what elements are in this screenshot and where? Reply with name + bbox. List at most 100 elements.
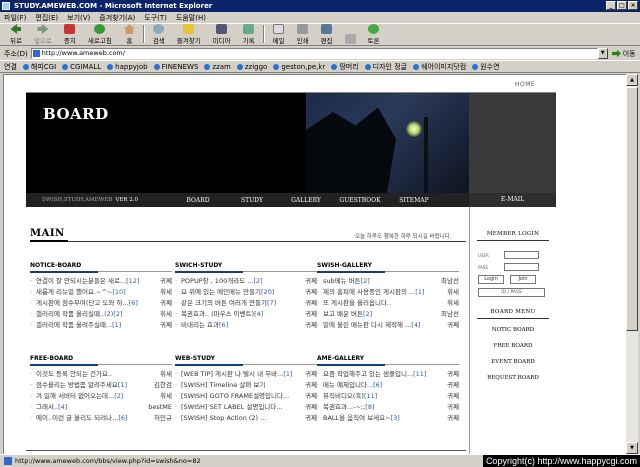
menu-event-board[interactable]: EVENT BOARD [470, 354, 556, 370]
post-title[interactable]: 비내리는 효과[6] [181, 320, 293, 331]
stop-button[interactable]: 중지 [58, 24, 82, 45]
back-button[interactable]: 뒤로 [4, 24, 28, 45]
post-title[interactable]: 복권효과.. (마우스 이벤트)[4] [181, 309, 293, 320]
list-item[interactable]: · [SWISH] GOTO FRAME설명입니다... 귀쩨 [175, 391, 317, 402]
menu-favorites[interactable]: 즐겨찾기(A) [99, 13, 135, 23]
post-title[interactable]: POPUP창 , 100개라도 ...[2] [181, 276, 293, 287]
list-item[interactable]: · 메뉴 예제입니다...[6] 귀쩨 [317, 380, 459, 391]
section-title[interactable]: NOTICE-BOARD [30, 262, 172, 273]
post-title[interactable]: 점수올리는 방법좀 알려주세요[1] [36, 380, 148, 391]
forward-button[interactable]: 앞으로 [28, 24, 58, 45]
nav-guestbook[interactable]: GUESTBOOK [333, 197, 387, 204]
post-title[interactable]: 복권효과...-~;;[8] [323, 402, 435, 413]
nav-sitemap[interactable]: SITEMAP [387, 197, 441, 204]
section-title[interactable]: AME-GALLERY [317, 355, 459, 366]
list-item[interactable]: · 복권효과...-~;;[8] 귀쩨 [317, 402, 459, 413]
post-title[interactable]: BALL을 움직여 보세요~[3] [323, 413, 435, 424]
user-input[interactable] [504, 251, 539, 259]
refresh-button[interactable]: 새로고침 [82, 24, 118, 45]
minimize-button[interactable]: _ [606, 1, 616, 10]
post-title[interactable]: 갤러리에 작품 올리실때..(2)[2] [36, 309, 148, 320]
list-item[interactable]: · 겨 일해 서버터 없어오는데...[2] 휘세 [30, 391, 172, 402]
post-title[interactable]: 메뉴 예제입니다...[6] [323, 380, 435, 391]
link-item[interactable]: 원수연 [472, 62, 500, 72]
link-item[interactable]: zziggo [236, 63, 267, 71]
menu-notic-board[interactable]: NOTIC BOARD [470, 322, 556, 338]
link-item[interactable]: 디자인 정글 [364, 62, 407, 72]
media-button[interactable]: 미디어 [207, 24, 237, 45]
address-input[interactable]: http://www.ameweb.com/ [30, 48, 598, 59]
nav-study[interactable]: STUDY [225, 197, 279, 204]
link-item[interactable]: geston,pe,kr [273, 63, 325, 71]
list-item[interactable]: · 또 게시판을 올리옵니다.. 휘세 [317, 298, 459, 309]
scroll-thumb[interactable] [626, 87, 638, 331]
list-item[interactable]: · 복권효과.. (마우스 이벤트)[4] 귀쩨 [175, 309, 317, 320]
post-title[interactable]: 요 위에 있는 메인메뉴 만들기[20] [181, 287, 293, 298]
home-button[interactable]: 홈 [118, 24, 141, 45]
nav-board[interactable]: BOARD [171, 197, 225, 204]
list-item[interactable]: · 보고 배운 버튼[2] 최남선 [317, 309, 459, 320]
edit-button[interactable]: 편집 [315, 24, 339, 45]
link-item[interactable]: 해피CGI [22, 62, 56, 72]
post-title[interactable]: 뮤직비디오(흑)[11] [323, 391, 435, 402]
list-item[interactable]: · 이것도 등록 안되는 건가요.. 휘세 [30, 369, 172, 380]
post-title[interactable]: 그래서..[4] [36, 402, 148, 413]
close-button[interactable]: × [628, 1, 638, 10]
post-title[interactable]: 이것도 등록 안되는 건가요.. [36, 369, 148, 380]
link-item[interactable]: zzam [204, 63, 231, 71]
section-title[interactable]: SWICH-STUDY [175, 262, 317, 273]
list-item[interactable]: · 같은 크기의 버튼 여러개 만들기[7] 귀쩨 [175, 298, 317, 309]
list-item[interactable]: · [SWISH] Timeline 살펴 보기 귀쩨 [175, 380, 317, 391]
mail-button[interactable]: 메일 [267, 24, 291, 45]
post-title[interactable]: 갤러리에 작품 올려주실때...[1] [36, 320, 148, 331]
menu-edit[interactable]: 편집(E) [35, 13, 58, 23]
post-title[interactable]: sub메뉴 버튼[2] [323, 276, 435, 287]
find-id-pass-button[interactable]: ID / PASS [478, 288, 545, 297]
post-title[interactable]: 요즘 작업해주고 있는 샘플입니...[11] [323, 369, 435, 380]
link-item[interactable]: 쉐어이미지닷컴 [413, 62, 466, 72]
post-title[interactable]: 연결이 잘 안되시는분들은 새로...[12] [36, 276, 148, 287]
list-item[interactable]: · 뮤직비디오(흑)[11] 귀쩨 [317, 391, 459, 402]
link-item[interactable]: 땅머리 [331, 62, 359, 72]
list-item[interactable]: · 갤러리에 작품 올리실때..(2)[2] 휘세 [30, 309, 172, 320]
favorites-button[interactable]: 즐겨찾기 [171, 24, 207, 45]
home-link[interactable]: HOME [515, 81, 535, 88]
post-title[interactable]: 보고 배운 버튼[2] [323, 309, 435, 320]
list-item[interactable]: · 갤러리에 작품 올려주실때...[1] 귀쩨 [30, 320, 172, 331]
history-button[interactable]: 기록 [237, 24, 261, 45]
discuss-button[interactable] [339, 24, 362, 45]
list-item[interactable]: · 게시판에 점수부여(단고 도와 하...[6] 귀쩨 [30, 298, 172, 309]
search-button[interactable]: 검색 [147, 24, 171, 45]
post-title[interactable]: [SWISH] SET LABEL 설명입니다... [181, 402, 293, 413]
post-title[interactable]: 또 게시판을 올리옵니다.. [323, 298, 435, 309]
section-title[interactable]: SWISH-GALLERY [317, 262, 459, 273]
list-item[interactable]: · 밑에 올린 메뉴판 다시 제작해 ...[4] 귀쩨 [317, 320, 459, 331]
go-button[interactable]: 이동 [611, 49, 636, 59]
nav-gallery[interactable]: GALLERY [279, 197, 333, 204]
list-item[interactable]: · [SWISH] SET LABEL 설명입니다... 귀쩨 [175, 402, 317, 413]
menu-view[interactable]: 보기(V) [67, 13, 90, 23]
post-title[interactable]: [SWISH] Stop Action (2) ... [181, 413, 293, 424]
list-item[interactable]: · 새롭게 리뉴얼 했어요.~^~[10] 휘세 [30, 287, 172, 298]
menu-file[interactable]: 파일(F) [4, 13, 26, 23]
maximize-button[interactable]: □ [617, 1, 627, 10]
menu-request-board[interactable]: REQUEST BOARD [470, 370, 556, 386]
menu-free-board[interactable]: FREE BOARD [470, 338, 556, 354]
list-item[interactable]: · sub메뉴 버튼[2] 최남선 [317, 276, 459, 287]
post-title[interactable]: 밑에 올린 메뉴판 다시 제작해 ...[4] [323, 320, 435, 331]
list-item[interactable]: · POPUP창 , 100개라도 ...[2] 귀쩨 [175, 276, 317, 287]
list-item[interactable]: · [SWISH] Stop Action (2) ... 귀쩨 [175, 413, 317, 424]
menu-help[interactable]: 도움말(H) [176, 13, 206, 23]
link-item[interactable]: CGIMALL [62, 63, 101, 71]
vertical-scrollbar[interactable]: ▲ ▼ [626, 74, 638, 454]
post-title[interactable]: [WEB TIP] 게시판 나 텔시 내 무바...[1] [181, 369, 293, 380]
list-item[interactable]: · [WEB TIP] 게시판 나 텔시 내 무바...[1] 귀쩨 [175, 369, 317, 380]
post-title[interactable]: 에이..이런 글 올리도 되려나...[6] [36, 413, 148, 424]
scroll-down-button[interactable]: ▼ [626, 442, 638, 454]
list-item[interactable]: · 그래서..[4] bestME [30, 402, 172, 413]
scroll-up-button[interactable]: ▲ [626, 74, 638, 86]
list-item[interactable]: · 연결이 잘 안되시는분들은 새로...[12] 귀쩨 [30, 276, 172, 287]
list-item[interactable]: · 제의 홈피에 사용중인 게시판의 ...[1] 휘세 [317, 287, 459, 298]
post-title[interactable]: 게시판에 점수부여(단고 도와 하...[6] [36, 298, 148, 309]
address-dropdown-button[interactable]: ▼ [597, 48, 608, 59]
